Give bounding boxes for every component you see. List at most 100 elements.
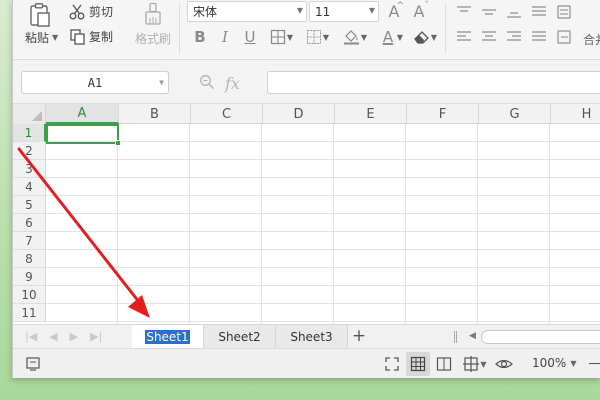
merge-label: 合并 [583,33,600,47]
prev-sheet-icon[interactable]: ◀ [49,330,57,343]
cut-button[interactable]: 剪切 [69,3,113,20]
column-header[interactable]: H [551,104,600,124]
next-sheet-icon[interactable]: ▶ [70,330,78,343]
column-header[interactable]: A [46,104,119,124]
add-sheet-button[interactable]: + [349,326,369,346]
active-cell[interactable] [46,124,121,146]
font-size-select[interactable]: 11 ▼ [309,1,379,22]
align-right-button[interactable] [503,26,525,48]
indent-button[interactable] [553,26,575,48]
row-header[interactable]: 8 [13,250,46,268]
align-top-button[interactable] [453,1,475,23]
name-box[interactable]: A1 ▼ [21,71,169,94]
decrease-font-button[interactable]: A ˇ [408,0,430,22]
name-box-value: A1 [87,75,103,90]
fill-color-button[interactable]: ▼ [341,26,367,48]
macro-record-button[interactable] [21,352,45,376]
format-painter-button[interactable]: 格式刷 [135,30,171,47]
row-header[interactable]: 9 [13,268,46,286]
formula-input[interactable] [267,71,600,94]
row-header[interactable]: 3 [13,160,46,178]
clear-button[interactable]: ▼ [411,26,437,48]
sheet-tab-sheet1[interactable]: Sheet1 [132,325,204,348]
horizontal-scrollbar[interactable] [481,330,600,344]
justify-button[interactable] [528,1,550,23]
increase-font-button[interactable]: A ^ [383,0,405,22]
bold-button[interactable]: B [189,26,211,48]
column-header[interactable]: C [191,104,263,124]
row-header[interactable]: 11 [13,304,46,322]
wrap-button[interactable] [553,1,575,23]
row-header[interactable]: 6 [13,214,46,232]
reading-mode-button[interactable] [492,352,516,376]
insert-function-button[interactable]: fx [225,74,240,93]
chevron-down-icon: ▼ [322,33,329,42]
align-bottom-button[interactable] [503,1,525,23]
chevron-down-icon: ▼ [360,33,367,42]
row-header[interactable]: 1 [13,124,46,142]
align-middle-icon [482,9,496,15]
italic-icon: I [222,28,228,46]
cell-style-button[interactable]: ▼ [303,26,329,48]
page-break-button[interactable]: ▼ [460,352,490,376]
column-header[interactable]: B [119,104,191,124]
zoom-search-icon[interactable] [199,74,215,93]
sheet-tab-sheet2[interactable]: Sheet2 [204,325,276,348]
chevron-down-icon: ▼ [296,6,303,15]
column-header[interactable]: G [479,104,551,124]
cell-area[interactable] [46,124,600,324]
zoom-level[interactable]: 100% ▼ [532,356,576,370]
eraser-icon [414,31,429,44]
paste-button[interactable]: 粘贴 ▼ [25,29,58,46]
first-sheet-icon[interactable]: |◀ [25,330,37,343]
row-header[interactable]: 7 [13,232,46,250]
row-header[interactable]: 2 [13,142,46,160]
font-name-select[interactable]: 宋体 ▼ [187,1,307,22]
align-left-button[interactable] [453,26,475,48]
page-break-icon [463,356,480,372]
column-header[interactable]: E [335,104,407,124]
copy-icon [69,28,87,45]
distributed-align-button[interactable] [528,26,550,48]
row-header[interactable]: 4 [13,178,46,196]
normal-view-button[interactable] [406,352,430,376]
chevron-down-icon: ▼ [430,33,437,42]
row-header[interactable]: 5 [13,196,46,214]
borders-button[interactable]: ▼ [267,26,293,48]
borders-icon [270,29,286,45]
scissors-icon [69,4,87,20]
align-top-icon [457,6,471,12]
sheet-tab-sheet3[interactable]: Sheet3 [276,325,348,348]
italic-button[interactable]: I [214,26,236,48]
fullscreen-button[interactable] [380,352,404,376]
book-icon [436,357,452,371]
chevron-down-icon: ▼ [480,359,487,369]
last-sheet-icon[interactable]: ▶| [90,330,102,343]
align-left-icon [457,31,471,41]
underline-button[interactable]: U [239,26,261,48]
align-right-icon [507,31,521,41]
paste-icon-button[interactable] [27,2,53,28]
underline-icon: U [244,28,256,46]
sheet-tab-label: Sheet1 [145,329,190,344]
grid-icon [307,30,321,44]
split-handle[interactable] [454,331,457,343]
row-header[interactable]: 10 [13,286,46,304]
page-layout-button[interactable] [432,352,456,376]
column-header[interactable]: D [263,104,335,124]
font-size-value: 11 [315,4,331,19]
font-color-icon: A [382,28,394,46]
column-header[interactable]: F [407,104,479,124]
fill-handle[interactable] [115,140,121,146]
font-color-button[interactable]: A ▼ [377,26,403,48]
indent-icon [557,30,571,44]
merge-center-button[interactable]: 合并 [583,31,600,48]
align-center-button[interactable] [478,26,500,48]
format-painter-icon-button[interactable] [143,2,163,26]
select-all-button[interactable] [13,104,46,124]
align-middle-button[interactable] [478,1,500,23]
scroll-left-icon[interactable]: ◀ [469,331,476,341]
zoom-out-icon[interactable] [589,363,600,364]
copy-button[interactable]: 复制 [69,28,113,45]
spreadsheet-window: 粘贴 ▼ 剪切 复制 格式刷 宋体 ▼ 11 ▼ A ^ A ˇ B I U ▼… [12,0,600,378]
